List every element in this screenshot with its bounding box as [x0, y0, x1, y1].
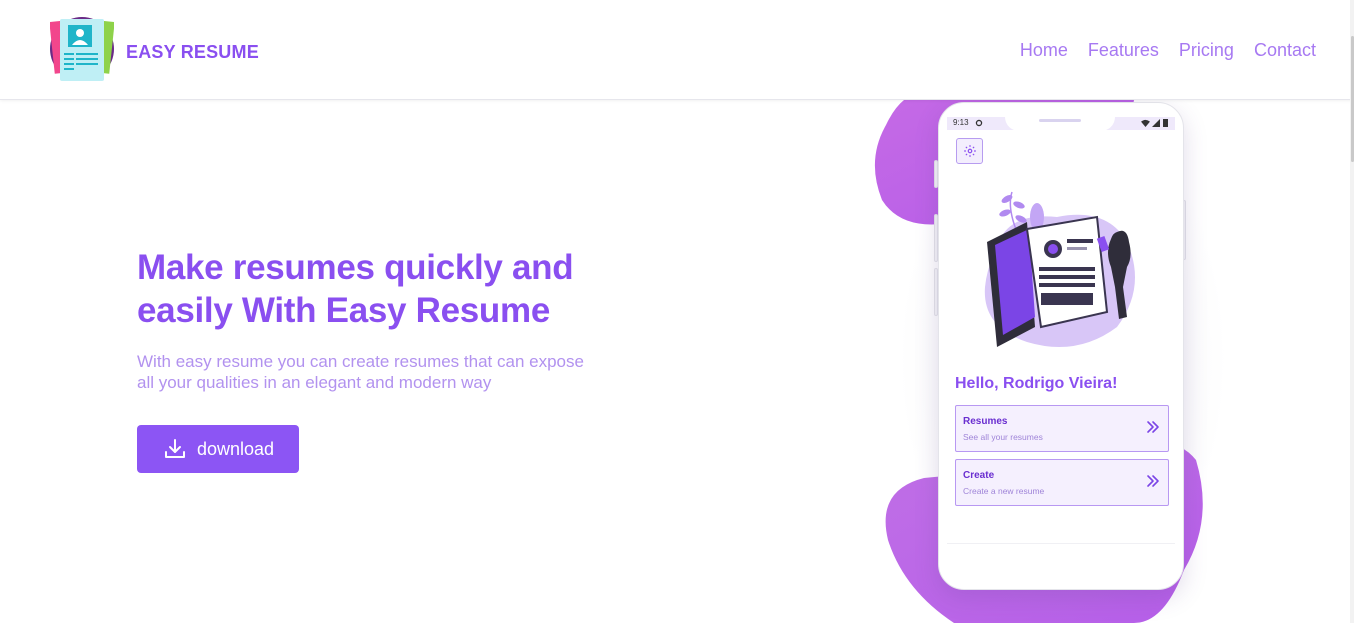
hero-title: Make resumes quickly and easily With Eas… — [137, 248, 574, 330]
hero-subtitle: With easy resume you can create resumes … — [137, 352, 584, 392]
status-time: 9:13 — [953, 118, 969, 127]
create-card[interactable]: Create Create a new resume — [955, 459, 1169, 506]
settings-small-icon — [975, 119, 983, 127]
download-icon — [165, 439, 185, 458]
page-scrollbar[interactable] — [1350, 0, 1354, 623]
nav-contact-link[interactable]: Contact — [1254, 40, 1316, 61]
status-bar: 9:13 — [947, 103, 1175, 131]
nav-pricing-link[interactable]: Pricing — [1179, 40, 1234, 61]
download-label: download — [197, 438, 275, 459]
wifi-icon — [1141, 119, 1150, 127]
nav-features-link[interactable]: Features — [1088, 40, 1159, 61]
brand-name[interactable]: EASY RESUME — [126, 42, 259, 63]
nav-divider — [947, 543, 1175, 544]
resumes-card[interactable]: Resumes See all your resumes — [955, 405, 1169, 452]
battery-icon — [1163, 119, 1168, 127]
settings-icon — [963, 145, 976, 157]
header: EASY RESUME Home Features Pricing Contac… — [0, 0, 1354, 100]
card-subtitle: Create a new resume — [963, 486, 1045, 496]
phone-notch — [1005, 103, 1115, 131]
main-nav: Home Features Pricing Contact — [1020, 40, 1316, 61]
card-title: Create — [963, 470, 995, 481]
card-subtitle: See all your resumes — [963, 432, 1043, 442]
nav-home-link[interactable]: Home — [1020, 40, 1068, 61]
card-title: Resumes — [963, 416, 1008, 427]
landing-page: EASY RESUME Home Features Pricing Contac… — [0, 0, 1354, 623]
chevron-right-double-icon — [1147, 421, 1159, 433]
greeting-text: Hello, Rodrigo Vieira! — [955, 375, 1118, 392]
resume-illustration — [984, 191, 1135, 347]
chevron-right-double-icon — [1147, 475, 1159, 487]
download-button[interactable]: download — [137, 425, 299, 473]
signal-icon — [1152, 119, 1160, 127]
logo-icon[interactable] — [50, 17, 114, 81]
phone-mockup: 9:13 Hello, Rodrigo Vieira! Resumes See … — [938, 102, 1184, 590]
phone-screen: 9:13 Hello, Rodrigo Vieira! Resumes See … — [947, 103, 1175, 582]
notch-bar — [1039, 119, 1081, 122]
settings-button[interactable] — [956, 138, 983, 164]
